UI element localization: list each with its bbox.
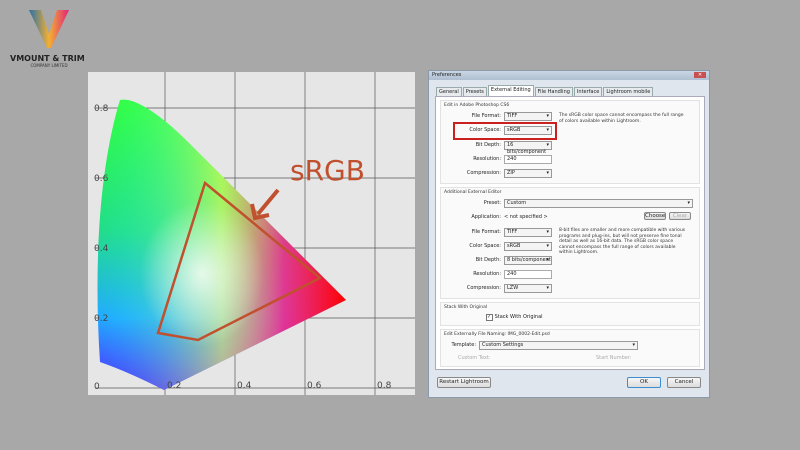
x-tick-label: 0.6 bbox=[307, 381, 322, 391]
y-tick-label: 0.8 bbox=[94, 104, 109, 114]
x-tick-label: 0.2 bbox=[167, 381, 181, 391]
resolution-input[interactable]: 240 bbox=[504, 155, 552, 164]
x-tick-label: 0.8 bbox=[377, 381, 392, 391]
resolution-input[interactable]: 240 bbox=[504, 270, 552, 279]
file-format-select[interactable]: TIFF bbox=[504, 228, 552, 237]
tab-file-handling[interactable]: File Handling bbox=[534, 87, 573, 96]
group-heading: Additional External Editor bbox=[444, 190, 502, 195]
tab-interface[interactable]: Interface bbox=[573, 87, 603, 96]
arrow-icon bbox=[250, 188, 280, 221]
highlight-box bbox=[453, 122, 557, 140]
bit-depth-select[interactable]: 8 bits/component bbox=[504, 256, 552, 265]
group-heading: Edit Externally File Naming: IMG_0002-Ed… bbox=[444, 332, 550, 337]
label: File Format: bbox=[471, 113, 501, 119]
v-logo-icon bbox=[29, 10, 69, 48]
file-naming-group: Edit Externally File Naming: IMG_0002-Ed… bbox=[440, 329, 700, 367]
cancel-button[interactable]: Cancel bbox=[667, 377, 701, 388]
label: Resolution: bbox=[473, 271, 501, 277]
label: Preset: bbox=[483, 200, 501, 206]
label: Compression: bbox=[466, 285, 501, 291]
checkbox-label: Stack With Original bbox=[494, 314, 543, 320]
checkbox-icon: ✓ bbox=[486, 314, 493, 321]
start-number-label: Start Number: bbox=[596, 355, 632, 361]
group-heading: Stack With Original bbox=[444, 305, 488, 310]
ok-button[interactable]: OK bbox=[627, 377, 661, 388]
srgb-label: sRGB bbox=[290, 154, 365, 187]
y-tick-label: 0 bbox=[94, 382, 100, 392]
label: Color Space: bbox=[469, 243, 501, 249]
tab-lightroom-mobile[interactable]: Lightroom mobile bbox=[603, 87, 654, 96]
custom-text-label: Custom Text: bbox=[458, 355, 491, 361]
info-note: The sRGB color space cannot encompass th… bbox=[559, 113, 684, 124]
label: Bit Depth: bbox=[475, 257, 501, 263]
photoshop-group: Edit in Adobe Photoshop CS6 File Format:… bbox=[440, 100, 700, 184]
label: Bit Depth: bbox=[475, 142, 501, 148]
label: Compression: bbox=[466, 170, 501, 176]
logo-name: VMOUNT & TRIM bbox=[10, 54, 85, 63]
logo-subtitle: COMPANY LIMITED bbox=[30, 63, 68, 68]
stack-group: Stack With Original ✓ Stack With Origina… bbox=[440, 302, 700, 326]
compression-select[interactable]: ZIP bbox=[504, 169, 552, 178]
company-logo: VMOUNT & TRIM COMPANY LIMITED bbox=[10, 8, 85, 68]
stack-with-original-checkbox[interactable]: ✓ Stack With Original bbox=[486, 314, 543, 321]
close-button[interactable]: ✕ bbox=[694, 72, 706, 78]
cie-chromaticity-chart: 0.8 0.6 0.4 0.2 0 0.2 0.4 0.6 0.8 sRGB bbox=[88, 72, 415, 395]
color-space-select[interactable]: sRGB bbox=[504, 242, 552, 251]
file-format-select[interactable]: TIFF bbox=[504, 112, 552, 121]
label: Application: bbox=[471, 214, 501, 220]
label: File Format: bbox=[471, 229, 501, 235]
x-tick-label: 0.4 bbox=[237, 381, 252, 391]
label: Template: bbox=[451, 342, 477, 348]
y-tick-label: 0.2 bbox=[94, 314, 108, 324]
preset-select[interactable]: Custom bbox=[504, 199, 693, 208]
spectral-locus bbox=[97, 99, 347, 391]
bit-depth-select[interactable]: 16 bits/component bbox=[504, 141, 552, 155]
external-editing-panel: Edit in Adobe Photoshop CS6 File Format:… bbox=[435, 96, 705, 370]
dialog-title-bar: Preferences ✕ bbox=[429, 71, 709, 80]
application-value: < not specified > bbox=[504, 214, 548, 220]
label: Resolution: bbox=[473, 156, 501, 162]
tab-external-editing[interactable]: External Editing bbox=[487, 85, 534, 96]
additional-editor-group: Additional External Editor Preset: Custo… bbox=[440, 187, 700, 299]
preferences-dialog: Preferences ✕ General Presets External Ed… bbox=[428, 70, 710, 398]
tab-general[interactable]: General bbox=[436, 87, 462, 96]
dialog-title: Preferences bbox=[432, 72, 462, 78]
group-heading: Edit in Adobe Photoshop CS6 bbox=[444, 103, 510, 108]
template-select[interactable]: Custom Settings bbox=[479, 341, 638, 350]
tab-presets[interactable]: Presets bbox=[462, 87, 487, 96]
y-tick-label: 0.4 bbox=[94, 244, 109, 254]
y-tick-label: 0.6 bbox=[94, 174, 109, 184]
info-note: 8-bit files are smaller and more compati… bbox=[559, 228, 686, 255]
compression-select[interactable]: LZW bbox=[504, 284, 552, 293]
restart-lightroom-button[interactable]: Restart Lightroom bbox=[437, 377, 491, 388]
clear-button[interactable]: Clear bbox=[669, 212, 691, 220]
choose-button[interactable]: Choose bbox=[644, 212, 666, 220]
